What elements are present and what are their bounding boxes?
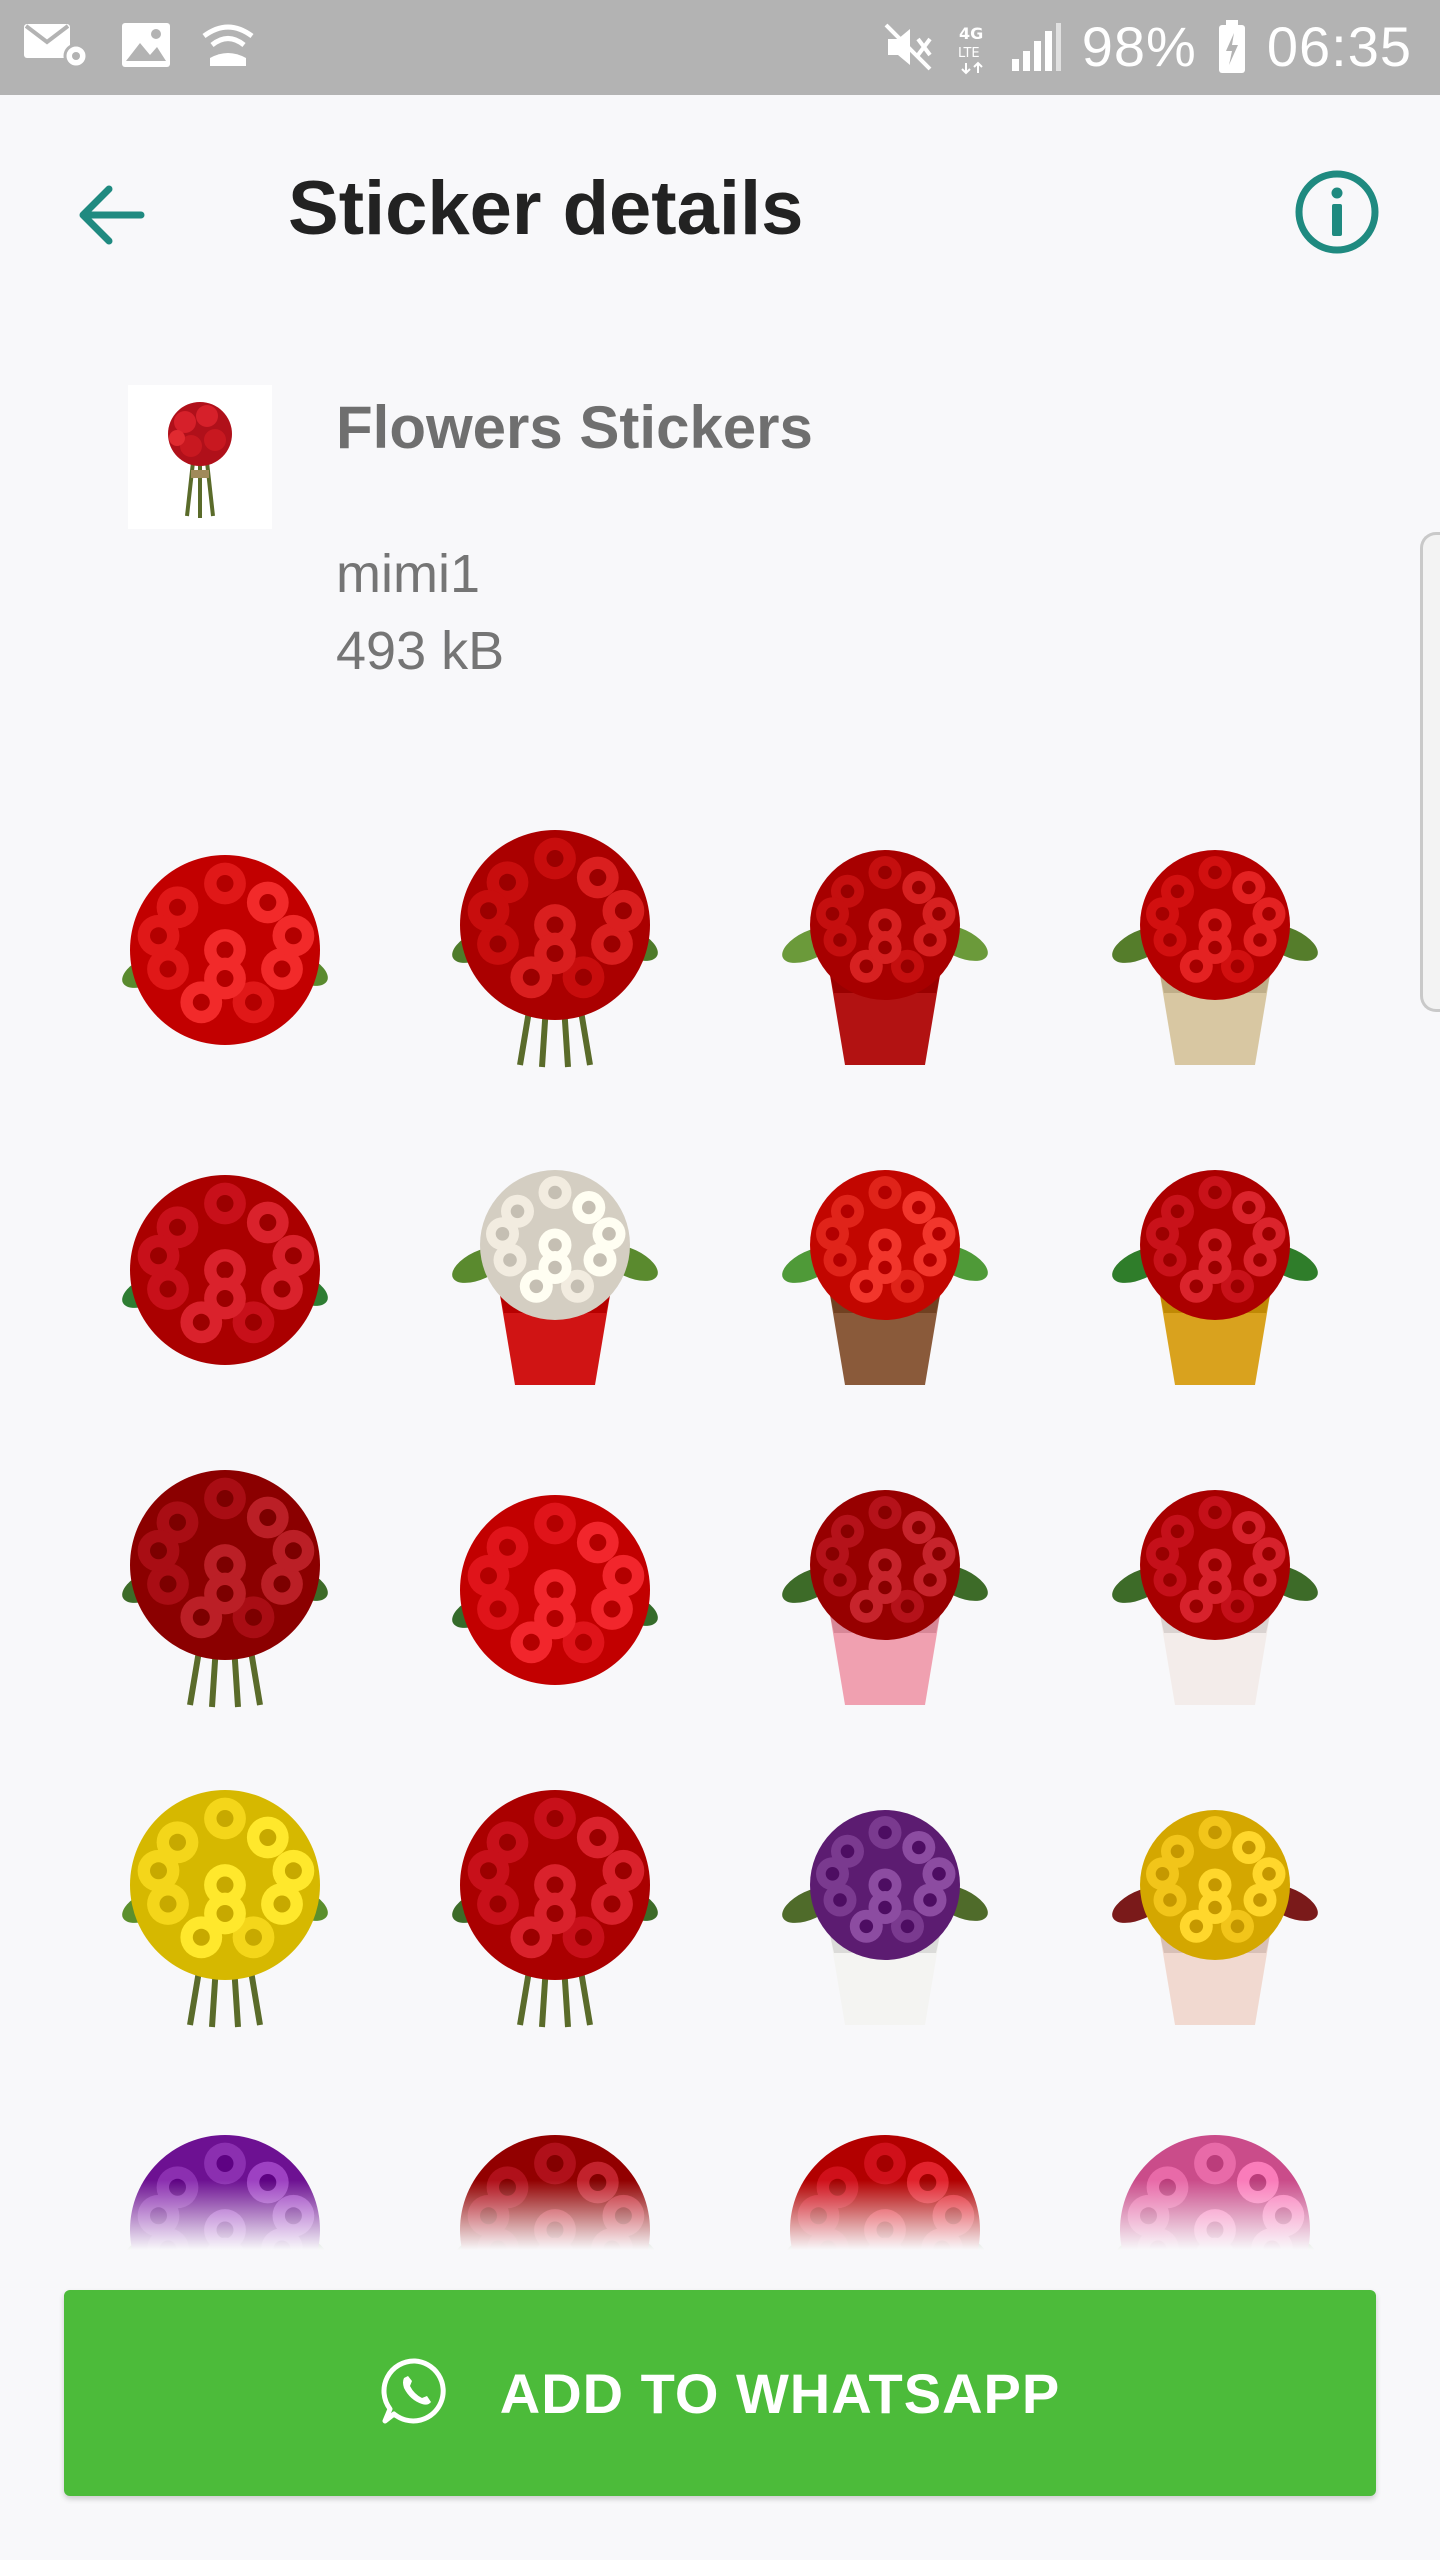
- sticker-grid: [60, 790, 1380, 2250]
- sticker-pack-header: Flowers Stickers mimi1 493 kB: [0, 325, 1440, 745]
- add-to-whatsapp-label: ADD TO WHATSAPP: [499, 2361, 1061, 2425]
- sticker-roses-in-glass-vase[interactable]: [1050, 790, 1380, 1110]
- two-roses-leaves-icon: [452, 1495, 658, 1685]
- three-red-roses-icon: [122, 1175, 328, 1365]
- page-title: Sticker details: [288, 166, 804, 251]
- clock: 06:35: [1266, 15, 1412, 78]
- arrow-back-icon: [77, 185, 147, 250]
- purple-flowers-pot-icon: [782, 1810, 988, 2025]
- status-bar: 4G LTE 98% 06:35: [0, 0, 1440, 95]
- daisies-red-vase-icon: [452, 1170, 658, 1385]
- sticker-red-rose-bouquet[interactable]: [390, 790, 720, 1110]
- svg-text:LTE: LTE: [958, 46, 980, 61]
- sticker-roses-in-red-vase[interactable]: [720, 790, 1050, 1110]
- heart-box-yellow-icon: [1112, 1810, 1318, 2025]
- sticker-two-roses-leaves[interactable]: [390, 1430, 720, 1750]
- battery-percent: 98%: [1081, 15, 1197, 78]
- roses-in-glass-vase-icon: [1112, 850, 1318, 1065]
- sticker-red-white-bouquet[interactable]: [390, 1750, 720, 2070]
- sticker-three-red-roses[interactable]: [60, 1110, 390, 1430]
- grid-fade: [0, 2180, 1440, 2250]
- christmas-roses-icon: [1112, 1170, 1318, 1385]
- rose-heart-icon: [782, 1490, 988, 1705]
- signal-icon: [1010, 21, 1062, 73]
- image-icon: [120, 21, 172, 69]
- whatsapp-icon: [380, 2356, 450, 2431]
- sticker-rose-heart[interactable]: [720, 1430, 1050, 1750]
- sticker-red-rose-ball[interactable]: [60, 790, 390, 1110]
- app-bar: Sticker details: [0, 95, 1440, 325]
- pack-name: Flowers Stickers: [336, 394, 813, 461]
- mute-icon: [880, 19, 936, 75]
- pack-size: 493 kB: [336, 621, 505, 681]
- roses-hat-box-icon: [1112, 1490, 1318, 1705]
- sticker-dark-red-bouquet[interactable]: [60, 1430, 390, 1750]
- roses-in-red-vase-icon: [782, 850, 988, 1065]
- back-button[interactable]: [70, 175, 154, 259]
- yellow-rose-bouquet-icon: [122, 1790, 328, 2028]
- red-white-bouquet-icon: [452, 1790, 658, 2028]
- bouquet-thumbnail-icon: [168, 402, 232, 518]
- svg-text:4G: 4G: [959, 24, 983, 43]
- email-settings-icon: [22, 20, 92, 70]
- info-button[interactable]: [1292, 167, 1382, 257]
- pack-publisher: mimi1: [336, 544, 480, 604]
- sticker-christmas-roses[interactable]: [1050, 1110, 1380, 1430]
- sticker-tulips-in-pot[interactable]: [720, 1110, 1050, 1430]
- scroll-handle[interactable]: [1420, 532, 1440, 1012]
- sticker-daisies-red-vase[interactable]: [390, 1110, 720, 1430]
- sticker-yellow-rose-bouquet[interactable]: [60, 1750, 390, 2070]
- 4g-lte-icon: 4G LTE: [956, 19, 990, 75]
- sticker-purple-flowers-pot[interactable]: [720, 1750, 1050, 2070]
- red-rose-bouquet-icon: [452, 830, 658, 1068]
- wifi-calling-icon: [200, 20, 256, 70]
- dark-red-bouquet-icon: [122, 1470, 328, 1708]
- red-rose-ball-icon: [122, 855, 328, 1045]
- sticker-roses-hat-box[interactable]: [1050, 1430, 1380, 1750]
- battery-charging-icon: [1217, 19, 1247, 75]
- sticker-heart-box-yellow[interactable]: [1050, 1750, 1380, 2070]
- tulips-in-pot-icon: [782, 1170, 988, 1385]
- add-to-whatsapp-button[interactable]: ADD TO WHATSAPP: [64, 2290, 1376, 2496]
- tray-icon: [128, 385, 272, 529]
- info-icon: [1292, 170, 1382, 261]
